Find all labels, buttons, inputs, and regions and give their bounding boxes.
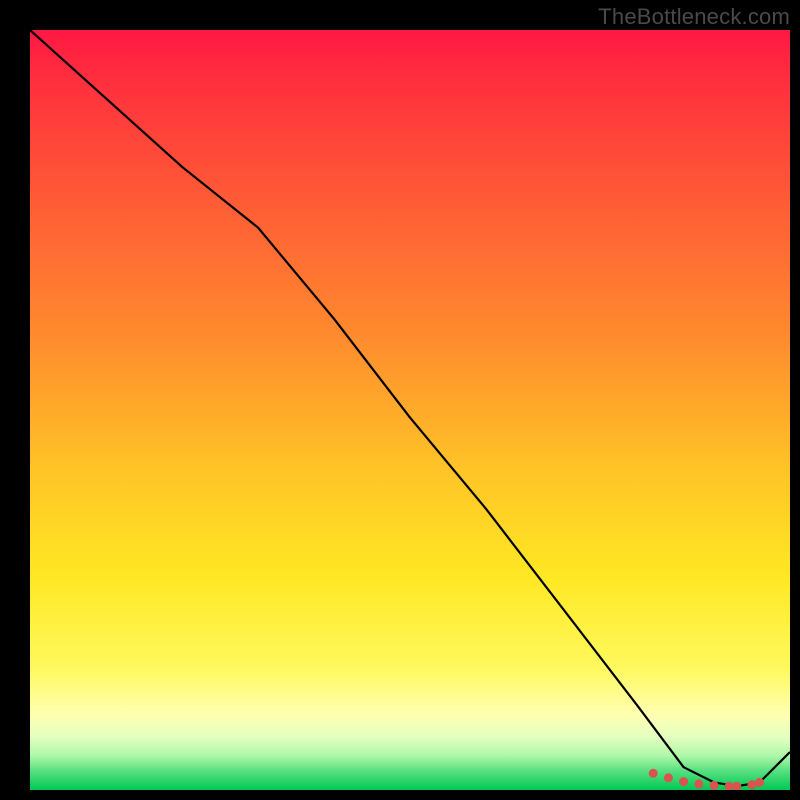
highlight-marker bbox=[649, 769, 658, 778]
highlight-marker bbox=[679, 777, 688, 786]
highlight-marker bbox=[748, 780, 757, 789]
chart-svg bbox=[30, 30, 790, 790]
highlight-marker bbox=[710, 781, 719, 790]
watermark-text: TheBottleneck.com bbox=[598, 4, 790, 30]
plot-area bbox=[30, 30, 790, 790]
chart-container: TheBottleneck.com bbox=[0, 0, 800, 800]
highlight-marker bbox=[664, 773, 673, 782]
gradient-background bbox=[30, 30, 790, 790]
highlight-marker bbox=[694, 779, 703, 788]
highlight-marker bbox=[755, 778, 764, 787]
